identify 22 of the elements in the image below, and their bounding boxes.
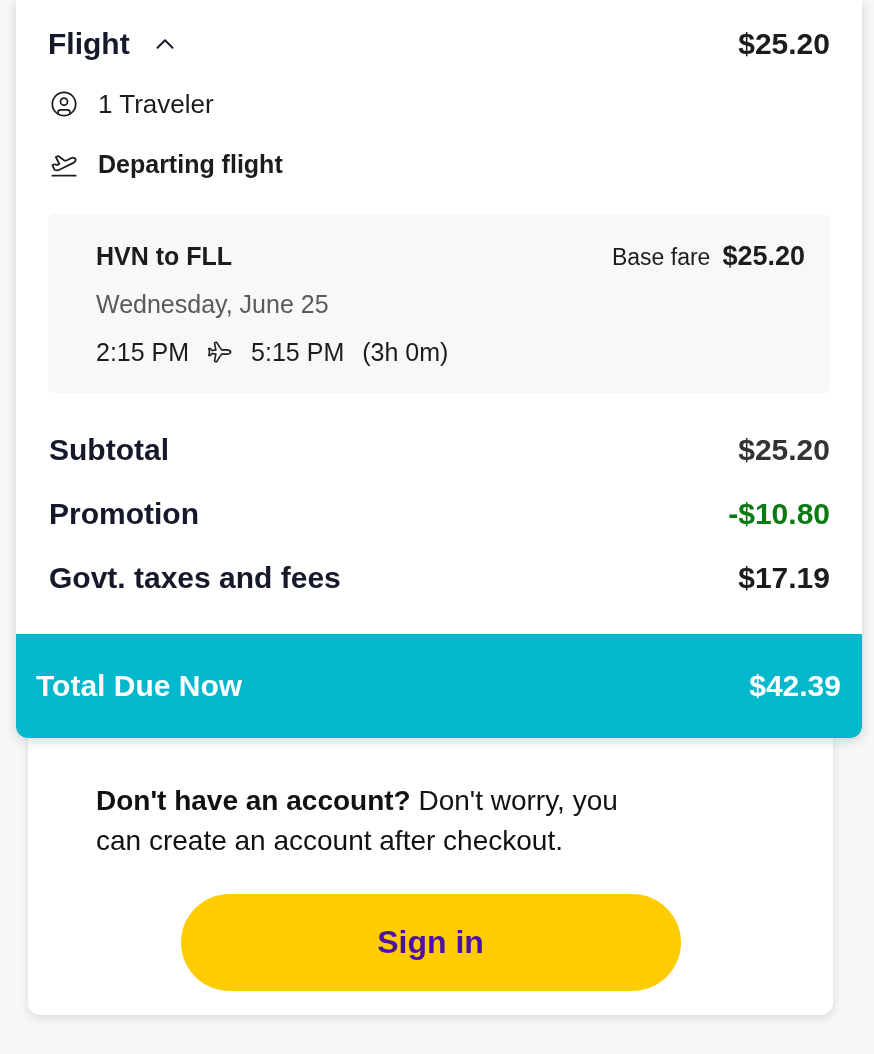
total-amount: $42.39 xyxy=(749,669,841,703)
line-label: Subtotal xyxy=(49,433,169,467)
line-amount: $17.19 xyxy=(738,561,830,595)
traveler-count: 1 Traveler xyxy=(98,88,214,120)
section-title: Flight xyxy=(48,27,130,61)
line-amount: $25.20 xyxy=(738,433,830,467)
person-circle-icon xyxy=(50,90,78,118)
departing-label: Departing flight xyxy=(98,149,283,179)
line-label: Govt. taxes and fees xyxy=(49,561,341,595)
section-price: $25.20 xyxy=(738,27,830,61)
flight-date: Wednesday, June 25 xyxy=(96,289,329,319)
total-label: Total Due Now xyxy=(36,669,243,703)
line-label: Promotion xyxy=(49,497,199,531)
fare-value: $25.20 xyxy=(722,240,805,272)
route-text: HVN to FLL xyxy=(96,241,233,271)
departure-time: 2:15 PM xyxy=(96,337,190,367)
line-amount: -$10.80 xyxy=(728,497,830,531)
flight-duration: (3h 0m) xyxy=(362,337,449,367)
account-message: Don't have an account? Don't worry, you can create an account after checkout. xyxy=(96,784,619,858)
fare-label: Base fare xyxy=(611,243,711,271)
sign-in-button[interactable]: Sign in xyxy=(180,894,681,991)
arrival-time: 5:15 PM xyxy=(251,337,345,367)
